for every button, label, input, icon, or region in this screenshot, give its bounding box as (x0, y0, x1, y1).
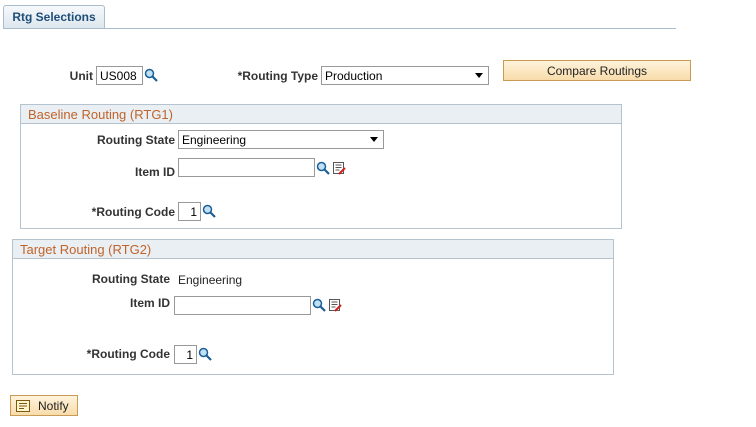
target-routing-code-input[interactable]: 1 (174, 345, 197, 364)
chevron-down-icon (475, 73, 483, 78)
tab-divider (3, 28, 676, 29)
unit-input-value: US008 (100, 68, 137, 83)
baseline-item-id-input[interactable] (178, 158, 315, 177)
target-item-id-input[interactable] (174, 296, 311, 315)
target-item-detail-icon[interactable] (328, 298, 342, 312)
baseline-routing-state-label: Routing State (97, 133, 175, 147)
baseline-routing-code-lookup-icon[interactable] (202, 204, 216, 218)
target-routing-code-lookup-icon[interactable] (198, 347, 212, 361)
unit-label: Unit (69, 69, 93, 83)
tab-label: Rtg Selections (12, 10, 96, 24)
baseline-routing-state-select[interactable]: Engineering (178, 130, 384, 149)
notify-icon (16, 399, 30, 412)
baseline-item-id-label: Item ID (134, 165, 175, 179)
routing-type-label: *Routing Type (237, 69, 318, 83)
routing-type-value: Production (325, 68, 383, 83)
unit-lookup-icon[interactable] (144, 68, 158, 82)
tab-rtg-selections[interactable]: Rtg Selections (3, 5, 105, 28)
target-item-id-label: Item ID (129, 296, 170, 310)
target-routing-title: Target Routing (RTG2) (13, 240, 613, 259)
baseline-routing-state-value: Engineering (182, 132, 247, 147)
target-routing-code-label: *Routing Code (86, 347, 170, 361)
notify-button[interactable]: Notify (10, 395, 78, 416)
baseline-routing-code-input[interactable]: 1 (178, 202, 201, 221)
compare-routings-button[interactable]: Compare Routings (503, 60, 691, 81)
target-routing-state-value: Engineering (178, 273, 243, 287)
routing-type-select[interactable]: Production (321, 66, 489, 85)
baseline-item-lookup-icon[interactable] (316, 161, 330, 175)
target-routing-code-value: 1 (186, 347, 193, 362)
baseline-routing-code-label: *Routing Code (91, 205, 175, 219)
notify-label: Notify (38, 398, 69, 413)
baseline-routing-title: Baseline Routing (RTG1) (21, 105, 621, 124)
baseline-item-detail-icon[interactable] (332, 161, 346, 175)
compare-routings-label: Compare Routings (546, 63, 648, 78)
baseline-routing-code-value: 1 (190, 204, 197, 219)
chevron-down-icon (370, 137, 378, 142)
unit-input[interactable]: US008 (96, 66, 143, 85)
target-routing-state-label: Routing State (92, 272, 170, 286)
target-item-lookup-icon[interactable] (312, 298, 326, 312)
